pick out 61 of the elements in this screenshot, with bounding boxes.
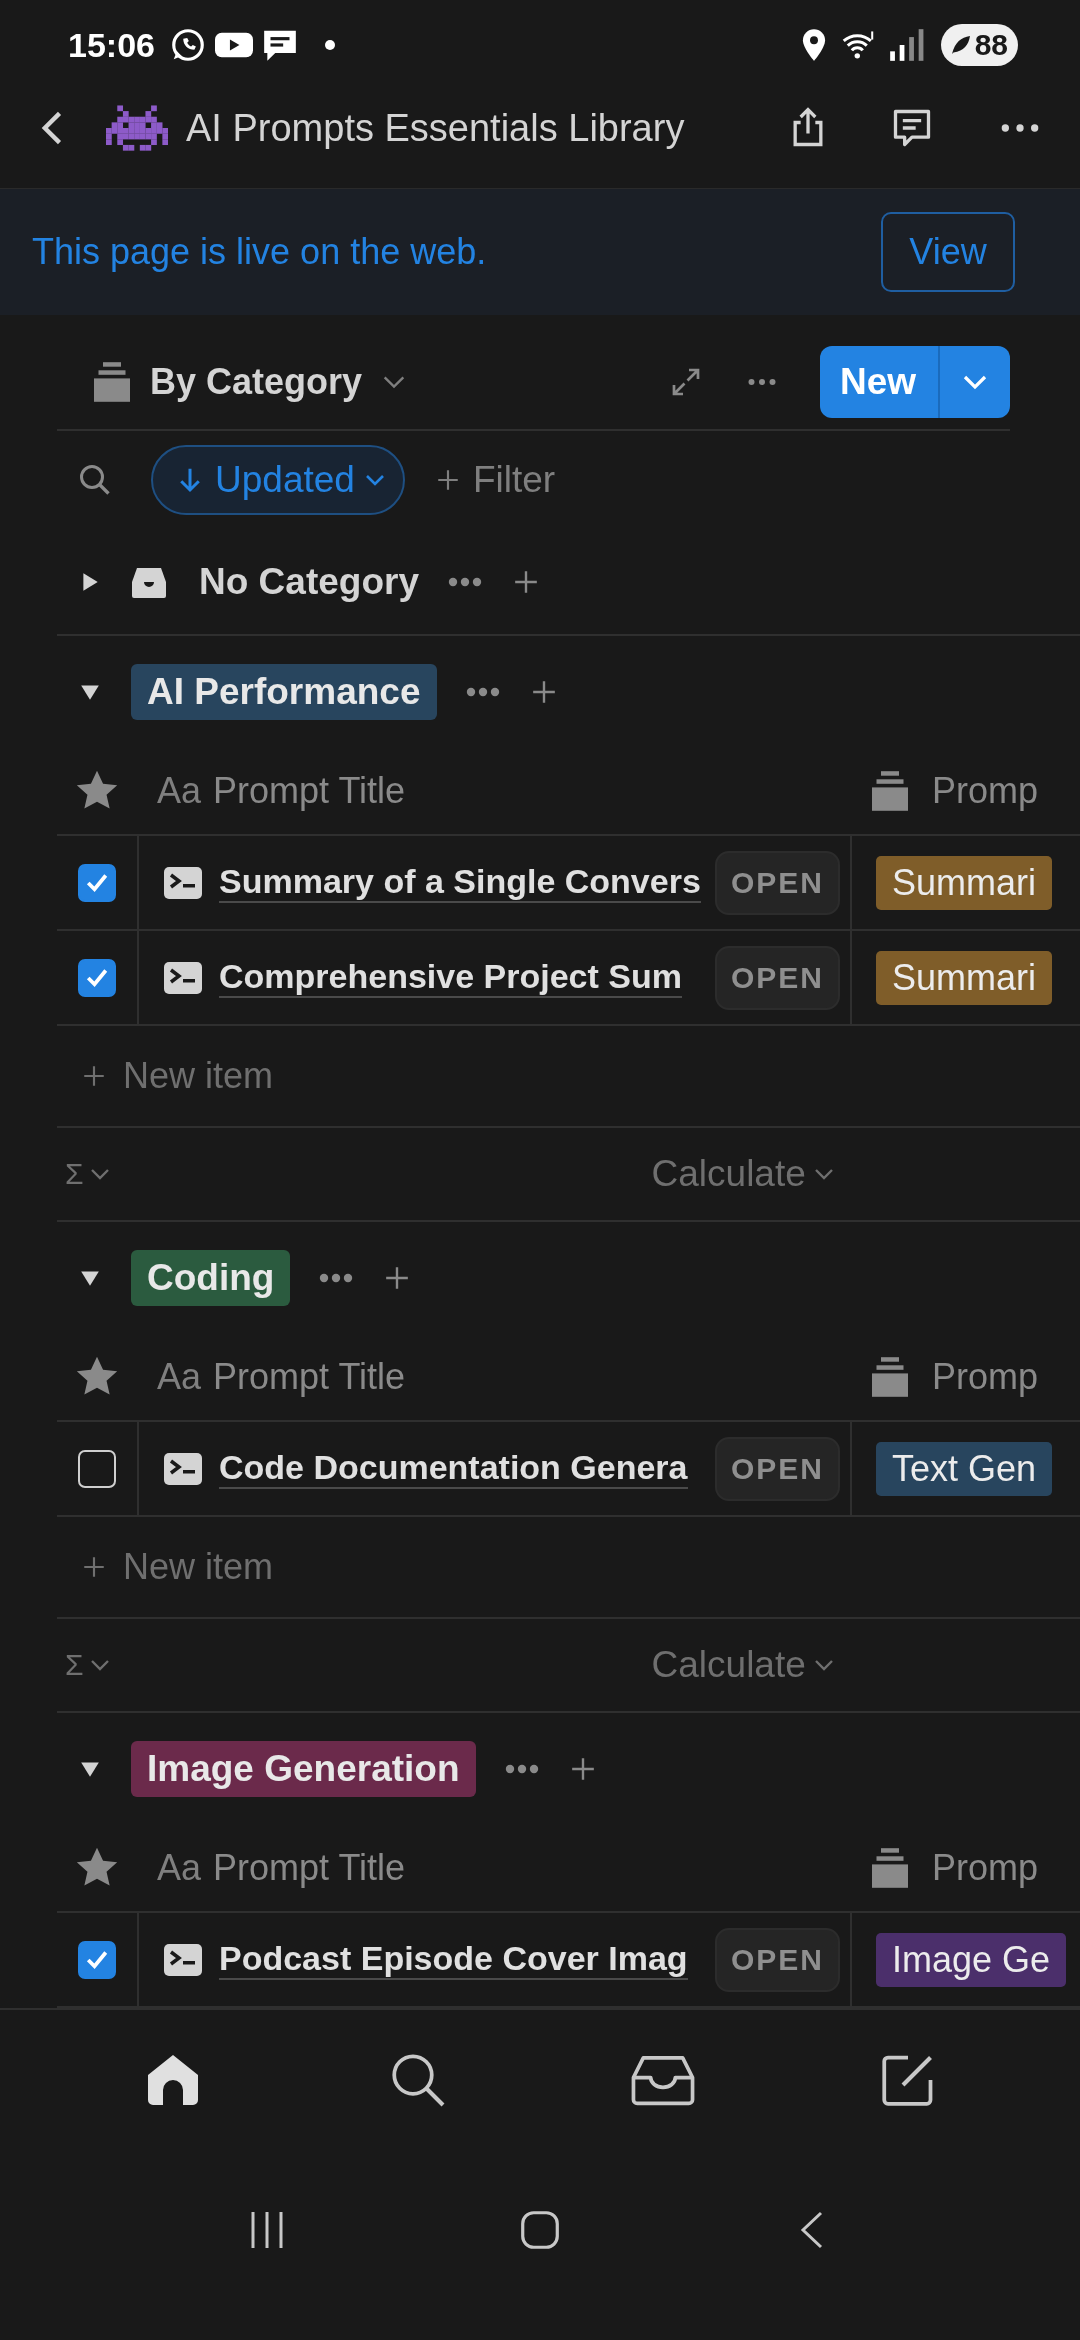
open-button[interactable]: OPEN — [714, 945, 840, 1010]
terminal-icon — [164, 1452, 202, 1485]
row-title-link[interactable]: Code Documentation Genera — [219, 1447, 688, 1490]
column-header[interactable]: Prompt Title — [213, 1356, 406, 1398]
add-filter-button[interactable]: Filter — [434, 459, 556, 502]
add-icon[interactable] — [384, 1265, 411, 1291]
home-button-icon[interactable] — [520, 2210, 560, 2250]
category-tag: Summari — [876, 950, 1053, 1005]
stack-icon — [872, 1848, 908, 1888]
battery-indicator: 88 — [940, 24, 1018, 66]
stack-icon — [872, 771, 908, 811]
column-header[interactable]: Prompt Title — [213, 1847, 406, 1889]
terminal-icon — [164, 866, 202, 899]
status-time: 15:06 — [68, 25, 155, 65]
column-header[interactable]: Promp — [932, 1356, 1039, 1398]
category-tag: Image Ge — [876, 1932, 1067, 1987]
calculate-button[interactable]: Calculate — [651, 1153, 836, 1195]
view-button[interactable]: View — [881, 212, 1015, 292]
view-selector[interactable]: By Category — [150, 361, 409, 403]
sort-chip[interactable]: Updated — [151, 445, 405, 516]
stack-icon — [872, 1357, 908, 1397]
group-tag: Coding — [131, 1250, 291, 1306]
group-name: No Category — [199, 561, 419, 603]
more-icon[interactable] — [447, 576, 483, 588]
row-title-link[interactable]: Summary of a Single Convers — [219, 861, 701, 904]
more-icon[interactable] — [318, 1272, 355, 1284]
open-button[interactable]: OPEN — [714, 1927, 840, 1992]
add-icon[interactable] — [530, 679, 557, 705]
plus-icon[interactable] — [81, 1063, 107, 1089]
more-icon[interactable] — [503, 1763, 540, 1775]
group-tag: Image Generation — [131, 1741, 476, 1797]
stack-icon — [94, 362, 130, 402]
sum-button[interactable]: Σ — [57, 1157, 112, 1191]
calculate-button[interactable]: Calculate — [651, 1644, 836, 1686]
sum-button[interactable]: Σ — [57, 1648, 112, 1682]
page-title: AI Prompts Essentials Library — [186, 106, 685, 150]
row-title-link[interactable]: Comprehensive Project Sum — [219, 956, 682, 999]
new-item-button[interactable]: New item — [57, 1517, 1080, 1619]
category-tag: Text Gen — [876, 1441, 1053, 1496]
column-header[interactable]: Promp — [932, 1847, 1039, 1889]
notification-dot-icon — [324, 40, 335, 50]
more-icon[interactable] — [464, 686, 501, 698]
text-type-label: Aa — [157, 1847, 202, 1889]
space-invader-icon — [106, 105, 168, 151]
category-tag: Summari — [876, 855, 1053, 910]
row-title-link[interactable]: Podcast Episode Cover Imag — [219, 1938, 688, 1981]
column-header[interactable]: Prompt Title — [213, 770, 406, 812]
terminal-icon — [164, 961, 202, 994]
plus-icon[interactable] — [81, 1554, 107, 1580]
text-type-label: Aa — [157, 1356, 202, 1398]
banner-message: This page is live on the web. — [32, 231, 488, 273]
group-tag: AI Performance — [131, 664, 437, 720]
terminal-icon — [164, 1943, 202, 1976]
add-icon[interactable] — [513, 569, 539, 595]
checkbox[interactable] — [78, 1449, 116, 1488]
add-icon[interactable] — [569, 1756, 596, 1782]
column-header[interactable]: Promp — [932, 770, 1039, 812]
new-item-button[interactable]: New item — [57, 1026, 1080, 1128]
text-type-label: Aa — [157, 770, 202, 812]
open-button[interactable]: OPEN — [714, 1436, 840, 1501]
open-button[interactable]: OPEN — [714, 850, 840, 915]
